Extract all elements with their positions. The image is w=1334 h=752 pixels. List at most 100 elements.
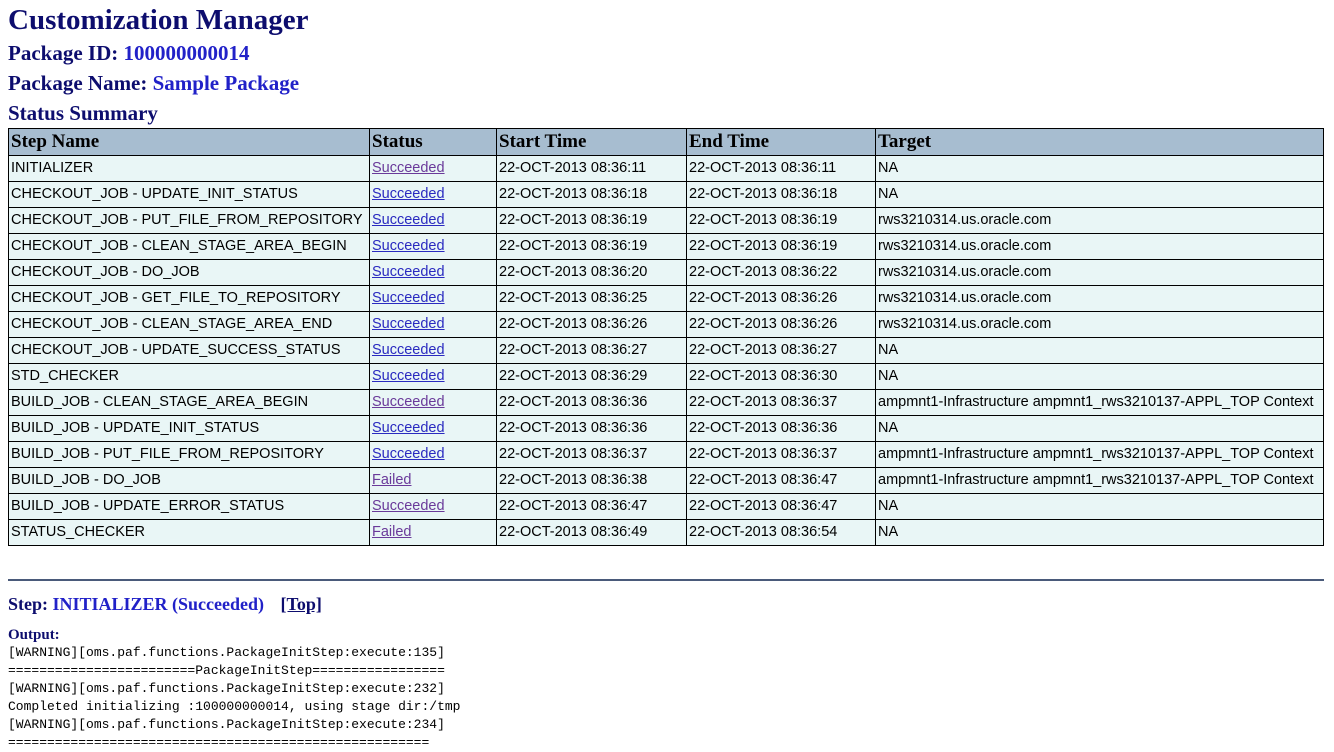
log-line: Completed initializing :100000000014, us… bbox=[8, 699, 461, 714]
status-link[interactable]: Succeeded bbox=[372, 342, 445, 358]
table-row: BUILD_JOB - UPDATE_ERROR_STATUS Succeeded… bbox=[8, 493, 1324, 520]
cell-status: Succeeded bbox=[369, 207, 497, 234]
table-row: CHECKOUT_JOB - UPDATE_SUCCESS_STATUS Succ… bbox=[8, 337, 1324, 364]
cell-end-time: 22-OCT-2013 08:36:18 bbox=[686, 181, 876, 208]
cell-target: NA bbox=[875, 415, 1324, 442]
cell-start-time: 22-OCT-2013 08:36:29 bbox=[496, 363, 687, 390]
cell-step-name: BUILD_JOB - PUT_FILE_FROM_REPOSITORY bbox=[8, 441, 370, 468]
cell-status: Succeeded bbox=[369, 337, 497, 364]
table-row: CHECKOUT_JOB - DO_JOB Succeeded 22-OCT-201… bbox=[8, 259, 1324, 286]
cell-status: Failed bbox=[369, 519, 497, 546]
cell-step-name: CHECKOUT_JOB - PUT_FILE_FROM_REPOSITORY bbox=[8, 207, 370, 234]
cell-target: ampmnt1-Infrastructure ampmnt1_rws321013… bbox=[875, 467, 1324, 494]
cell-status: Succeeded bbox=[369, 441, 497, 468]
log-line: [WARNING][oms.paf.functions.PackageInitS… bbox=[8, 717, 445, 732]
cell-end-time: 22-OCT-2013 08:36:26 bbox=[686, 285, 876, 312]
table-row: CHECKOUT_JOB - PUT_FILE_FROM_REPOSITORY S… bbox=[8, 207, 1324, 234]
col-start-time: Start Time bbox=[496, 128, 687, 156]
cell-step-name: CHECKOUT_JOB - DO_JOB bbox=[8, 259, 370, 286]
cell-target: NA bbox=[875, 337, 1324, 364]
status-link[interactable]: Succeeded bbox=[372, 316, 445, 332]
cell-step-name: BUILD_JOB - UPDATE_ERROR_STATUS bbox=[8, 493, 370, 520]
cell-step-name: CHECKOUT_JOB - CLEAN_STAGE_AREA_BEGIN bbox=[8, 233, 370, 260]
cell-status: Succeeded bbox=[369, 155, 497, 182]
cell-start-time: 22-OCT-2013 08:36:36 bbox=[496, 415, 687, 442]
step-value: INITIALIZER (Succeeded) bbox=[52, 594, 265, 614]
status-link[interactable]: Succeeded bbox=[372, 394, 445, 410]
cell-end-time: 22-OCT-2013 08:36:36 bbox=[686, 415, 876, 442]
cell-step-name: BUILD_JOB - UPDATE_INIT_STATUS bbox=[8, 415, 370, 442]
status-summary-table: Step Name Status Start Time End Time Tar… bbox=[8, 128, 1324, 546]
cell-step-name: BUILD_JOB - CLEAN_STAGE_AREA_BEGIN bbox=[8, 389, 370, 416]
status-link[interactable]: Succeeded bbox=[372, 498, 445, 514]
table-row: STD_CHECKER Succeeded 22-OCT-2013 08:36:29… bbox=[8, 363, 1324, 390]
cell-start-time: 22-OCT-2013 08:36:26 bbox=[496, 311, 687, 338]
cell-start-time: 22-OCT-2013 08:36:38 bbox=[496, 467, 687, 494]
cell-step-name: BUILD_JOB - DO_JOB bbox=[8, 467, 370, 494]
log-line: ========================PackageInitStep=… bbox=[8, 663, 445, 678]
status-link[interactable]: Succeeded bbox=[372, 290, 445, 306]
status-summary-heading: Status Summary bbox=[8, 101, 158, 125]
cell-status: Succeeded bbox=[369, 363, 497, 390]
package-id: Package ID: 100000000014 bbox=[8, 38, 1326, 68]
cell-step-name: CHECKOUT_JOB - UPDATE_INIT_STATUS bbox=[8, 181, 370, 208]
cell-target: NA bbox=[875, 493, 1324, 520]
status-link[interactable]: Succeeded bbox=[372, 264, 445, 280]
table-header-row: Step Name Status Start Time End Time Tar… bbox=[8, 128, 1324, 156]
table-row: STATUS_CHECKER Failed 22-OCT-2013 08:36:49… bbox=[8, 519, 1324, 546]
col-end-time: End Time bbox=[686, 128, 876, 156]
status-link[interactable]: Succeeded bbox=[372, 420, 445, 436]
cell-status: Succeeded bbox=[369, 285, 497, 312]
cell-end-time: 22-OCT-2013 08:36:11 bbox=[686, 155, 876, 182]
cell-start-time: 22-OCT-2013 08:36:49 bbox=[496, 519, 687, 546]
status-link[interactable]: Failed bbox=[372, 472, 412, 488]
cell-step-name: CHECKOUT_JOB - GET_FILE_TO_REPOSITORY bbox=[8, 285, 370, 312]
status-link[interactable]: Succeeded bbox=[372, 212, 445, 228]
status-link[interactable]: Failed bbox=[372, 524, 412, 540]
package-name-value: Sample Package bbox=[152, 71, 300, 95]
cell-start-time: 22-OCT-2013 08:36:19 bbox=[496, 233, 687, 260]
cell-step-name: STATUS_CHECKER bbox=[8, 519, 370, 546]
step-label: Step: bbox=[8, 594, 48, 614]
table-row: INITIALIZER Succeeded 22-OCT-2013 08:36:11… bbox=[8, 155, 1324, 182]
status-link[interactable]: Succeeded bbox=[372, 238, 445, 254]
log-line: [WARNING][oms.paf.functions.PackageInitS… bbox=[8, 681, 445, 696]
output-log: [WARNING][oms.paf.functions.PackageInitS… bbox=[8, 644, 1326, 752]
status-link[interactable]: Succeeded bbox=[372, 368, 445, 384]
table-row: BUILD_JOB - DO_JOB Failed 22-OCT-2013 08:3… bbox=[8, 467, 1324, 494]
output-label: Output: bbox=[8, 627, 60, 643]
step-detail-header: Step: INITIALIZER (Succeeded) [Top] bbox=[8, 594, 1326, 615]
status-link[interactable]: Succeeded bbox=[372, 186, 445, 202]
cell-end-time: 22-OCT-2013 08:36:37 bbox=[686, 389, 876, 416]
cell-status: Succeeded bbox=[369, 233, 497, 260]
cell-step-name: CHECKOUT_JOB - UPDATE_SUCCESS_STATUS bbox=[8, 337, 370, 364]
package-name-label: Package Name: bbox=[8, 71, 148, 95]
cell-end-time: 22-OCT-2013 08:36:47 bbox=[686, 467, 876, 494]
cell-start-time: 22-OCT-2013 08:36:37 bbox=[496, 441, 687, 468]
cell-step-name: INITIALIZER bbox=[8, 155, 370, 182]
cell-start-time: 22-OCT-2013 08:36:27 bbox=[496, 337, 687, 364]
cell-target: NA bbox=[875, 181, 1324, 208]
cell-status: Succeeded bbox=[369, 493, 497, 520]
cell-status: Succeeded bbox=[369, 311, 497, 338]
status-link[interactable]: Succeeded bbox=[372, 160, 445, 176]
cell-step-name: STD_CHECKER bbox=[8, 363, 370, 390]
package-name: Package Name: Sample Package bbox=[8, 68, 1326, 98]
cell-target: NA bbox=[875, 363, 1324, 390]
cell-start-time: 22-OCT-2013 08:36:19 bbox=[496, 207, 687, 234]
top-link[interactable]: [Top] bbox=[281, 594, 322, 614]
col-step-name: Step Name bbox=[8, 128, 370, 156]
cell-start-time: 22-OCT-2013 08:36:25 bbox=[496, 285, 687, 312]
cell-end-time: 22-OCT-2013 08:36:37 bbox=[686, 441, 876, 468]
cell-start-time: 22-OCT-2013 08:36:47 bbox=[496, 493, 687, 520]
log-line: [WARNING][oms.paf.functions.PackageInitS… bbox=[8, 645, 445, 660]
cell-start-time: 22-OCT-2013 08:36:20 bbox=[496, 259, 687, 286]
table-row: BUILD_JOB - UPDATE_INIT_STATUS Succeeded 2… bbox=[8, 415, 1324, 442]
cell-end-time: 22-OCT-2013 08:36:27 bbox=[686, 337, 876, 364]
cell-start-time: 22-OCT-2013 08:36:18 bbox=[496, 181, 687, 208]
cell-target: rws3210314.us.oracle.com bbox=[875, 259, 1324, 286]
table-row: BUILD_JOB - PUT_FILE_FROM_REPOSITORY Succ… bbox=[8, 441, 1324, 468]
cell-end-time: 22-OCT-2013 08:36:47 bbox=[686, 493, 876, 520]
status-link[interactable]: Succeeded bbox=[372, 446, 445, 462]
table-row: CHECKOUT_JOB - GET_FILE_TO_REPOSITORY Suc… bbox=[8, 285, 1324, 312]
